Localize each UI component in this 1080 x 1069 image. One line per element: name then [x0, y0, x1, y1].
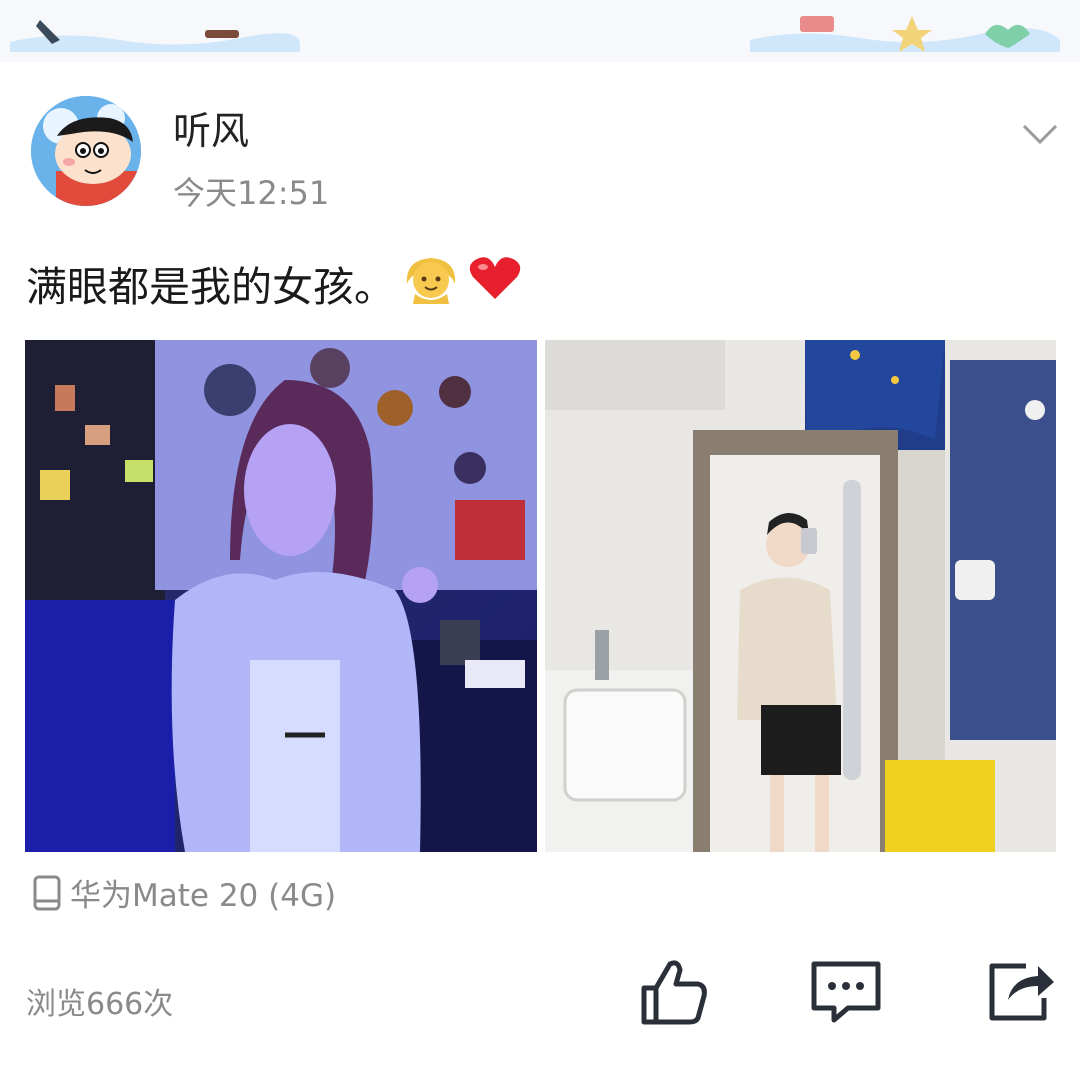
girl-emoji: [401, 250, 461, 316]
author-name[interactable]: 听风: [173, 100, 249, 155]
comment-button[interactable]: [808, 954, 884, 1030]
comment-icon: [811, 961, 881, 1023]
chevron-down-icon: [1022, 124, 1058, 145]
like-button[interactable]: [636, 954, 712, 1030]
red-heart-emoji: [467, 253, 523, 313]
phone-icon: [33, 875, 61, 910]
avatar[interactable]: [31, 96, 141, 206]
photo-mirror-selfie[interactable]: [545, 340, 1056, 852]
share-icon: [989, 963, 1054, 1021]
photo-girl-blue-light[interactable]: [25, 340, 537, 852]
post-text-row: 满眼都是我的女孩。: [26, 250, 523, 316]
post-text: 满眼都是我的女孩。: [26, 263, 395, 311]
device-info: 华为Mate 20 (4G): [32, 870, 336, 915]
feed-post: 听风 今天12:51 满眼都是我的女孩。 华为Mate 20 (4G) 浏览66…: [0, 62, 1080, 1069]
more-button[interactable]: [1016, 114, 1064, 154]
post-time: 今天12:51: [173, 174, 330, 212]
decorative-banner: [0, 0, 1080, 62]
thumbs-up-icon: [641, 960, 707, 1025]
share-button[interactable]: [982, 954, 1058, 1030]
device-name: 华为Mate 20 (4G): [70, 878, 337, 914]
view-count: 浏览666次: [26, 987, 174, 1022]
